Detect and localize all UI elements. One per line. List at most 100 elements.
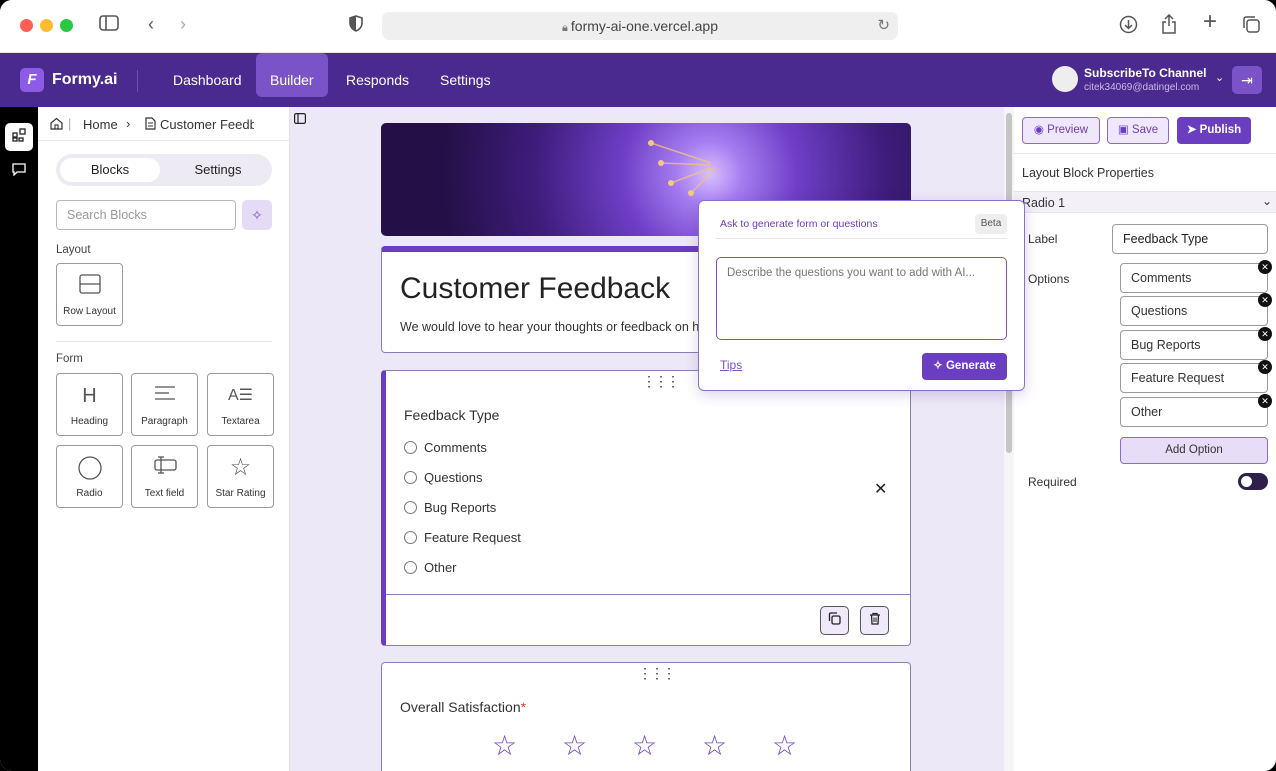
radio-option[interactable]: Questions: [404, 468, 624, 488]
divider: [1014, 153, 1276, 154]
document-icon: [145, 117, 156, 133]
add-option-button[interactable]: Add Option: [1120, 437, 1268, 464]
radio-option-label: Other: [424, 560, 457, 575]
zoom-window-button[interactable]: [60, 19, 73, 32]
form-title[interactable]: Customer Feedback: [400, 272, 670, 306]
tabs-overview-icon[interactable]: [1241, 15, 1261, 38]
star-icon[interactable]: ☆: [772, 729, 797, 762]
radio-circle[interactable]: [404, 501, 417, 514]
option-input[interactable]: Comments: [1120, 263, 1268, 293]
nav-builder[interactable]: Builder: [256, 53, 328, 97]
delete-button[interactable]: [860, 606, 889, 635]
forward-icon[interactable]: ›: [174, 14, 192, 34]
radio-circle[interactable]: [404, 561, 417, 574]
radio-option-label: Questions: [424, 470, 483, 485]
new-tab-icon[interactable]: +: [1200, 10, 1220, 34]
option-input[interactable]: Questions: [1120, 296, 1268, 326]
breadcrumb-home[interactable]: Home: [83, 117, 118, 132]
question-title[interactable]: Feedback Type: [404, 407, 499, 423]
radio-option[interactable]: Other: [404, 558, 624, 578]
radio-option[interactable]: Bug Reports: [404, 498, 624, 518]
radio-option[interactable]: Feature Request: [404, 528, 624, 548]
generate-button[interactable]: ✧ Generate: [922, 353, 1007, 380]
nav-responds[interactable]: Responds: [332, 53, 423, 97]
drag-handle-icon[interactable]: ⋮⋮⋮: [642, 373, 680, 390]
send-icon: ➤: [1186, 124, 1200, 136]
blocks-rail-button[interactable]: [5, 123, 33, 151]
required-toggle[interactable]: [1238, 473, 1268, 490]
share-icon[interactable]: [1159, 13, 1179, 38]
user-name[interactable]: SubscribeTo Channel: [1084, 66, 1206, 80]
chevron-down-icon[interactable]: ⌄: [1262, 194, 1272, 208]
remove-option-icon[interactable]: ✕: [1258, 327, 1272, 341]
toggle-knob: [1241, 476, 1252, 487]
remove-option-icon[interactable]: ✕: [1258, 293, 1272, 307]
form-section-label: Form: [56, 353, 83, 365]
remove-option-icon[interactable]: ✕: [1258, 360, 1272, 374]
block-row-layout[interactable]: Row Layout: [56, 263, 123, 326]
chat-rail-button[interactable]: [5, 157, 33, 185]
block-accordion[interactable]: Radio 1 ⌄: [1014, 191, 1276, 213]
back-icon[interactable]: ‹: [142, 14, 160, 34]
label-caption: Label: [1028, 232, 1058, 246]
shield-icon[interactable]: [346, 15, 366, 36]
nav-dashboard[interactable]: Dashboard: [159, 53, 256, 97]
chevron-down-icon[interactable]: ⌄: [1215, 71, 1224, 84]
user-email: citek34069@datingel.com: [1084, 82, 1200, 93]
publish-button[interactable]: ➤ Publish: [1177, 117, 1251, 144]
rating-question-card[interactable]: ⋮⋮⋮ Overall Satisfaction* ☆ ☆ ☆ ☆ ☆: [381, 662, 911, 771]
save-button[interactable]: ▣ Save: [1107, 117, 1169, 144]
question-title[interactable]: Overall Satisfaction*: [400, 699, 526, 715]
star-icon[interactable]: ☆: [492, 729, 517, 762]
minimize-window-button[interactable]: [40, 19, 53, 32]
block-star-rating[interactable]: ☆ Star Rating: [207, 445, 274, 508]
sidebar-toggle-icon[interactable]: [294, 112, 307, 127]
label-input[interactable]: Feedback Type: [1112, 224, 1268, 254]
star-icon[interactable]: ☆: [702, 729, 727, 762]
star-icon[interactable]: ☆: [562, 729, 587, 762]
option-input[interactable]: Other: [1120, 397, 1268, 427]
preview-button[interactable]: ◉ Preview: [1022, 117, 1100, 144]
home-icon[interactable]: [50, 117, 63, 133]
close-icon[interactable]: ✕: [874, 479, 887, 499]
block-paragraph[interactable]: Paragraph: [131, 373, 198, 436]
close-window-button[interactable]: [20, 19, 33, 32]
tips-link[interactable]: Tips: [720, 358, 742, 372]
browser-toolbar: ‹ › 🔒︎ formy-ai-one.vercel.app ↻ +: [0, 0, 1276, 53]
radio-option[interactable]: Comments: [404, 438, 624, 458]
download-icon[interactable]: [1118, 15, 1138, 38]
logout-button[interactable]: ⇥: [1232, 66, 1262, 94]
reload-icon[interactable]: ↻: [877, 16, 890, 34]
remove-option-icon[interactable]: ✕: [1258, 260, 1272, 274]
radio-circle[interactable]: [404, 441, 417, 454]
nav-settings[interactable]: Settings: [426, 53, 505, 97]
address-bar[interactable]: 🔒︎ formy-ai-one.vercel.app ↻: [382, 12, 898, 40]
drag-handle-icon[interactable]: ⋮⋮⋮: [638, 665, 676, 682]
search-blocks-input[interactable]: Search Blocks: [56, 200, 236, 230]
block-radio[interactable]: Radio: [56, 445, 123, 508]
eye-icon: ◉: [1033, 124, 1048, 136]
star-icon[interactable]: ☆: [632, 729, 657, 762]
radio-circle[interactable]: [404, 531, 417, 544]
question-title-text: Overall Satisfaction: [400, 699, 521, 715]
properties-title: Layout Block Properties: [1022, 166, 1155, 180]
tab-blocks[interactable]: Blocks: [60, 158, 160, 182]
option-input[interactable]: Bug Reports: [1120, 330, 1268, 360]
sidebar-icon[interactable]: [98, 15, 120, 35]
avatar[interactable]: [1052, 66, 1078, 92]
option-input[interactable]: Feature Request: [1120, 363, 1268, 393]
ai-prompt-textarea[interactable]: Describe the questions you want to add w…: [716, 257, 1007, 340]
block-name: Radio 1: [1022, 196, 1066, 210]
url-text: formy-ai-one.vercel.app: [570, 18, 718, 34]
radio-circle[interactable]: [404, 471, 417, 484]
remove-option-icon[interactable]: ✕: [1258, 394, 1272, 408]
ai-sparkle-button[interactable]: ✧: [242, 200, 272, 230]
tab-settings[interactable]: Settings: [168, 158, 268, 182]
block-heading[interactable]: H Heading: [56, 373, 123, 436]
breadcrumb-current-page[interactable]: Customer Feedb: [160, 117, 254, 132]
block-textarea[interactable]: A☰ Textarea: [207, 373, 274, 436]
radio-question-card[interactable]: ⋮⋮⋮ Feedback Type Comments Questions Bug…: [381, 370, 911, 646]
block-text-field[interactable]: Text field: [131, 445, 198, 508]
duplicate-button[interactable]: [820, 606, 849, 635]
form-description[interactable]: We would love to hear your thoughts or f…: [400, 320, 700, 334]
